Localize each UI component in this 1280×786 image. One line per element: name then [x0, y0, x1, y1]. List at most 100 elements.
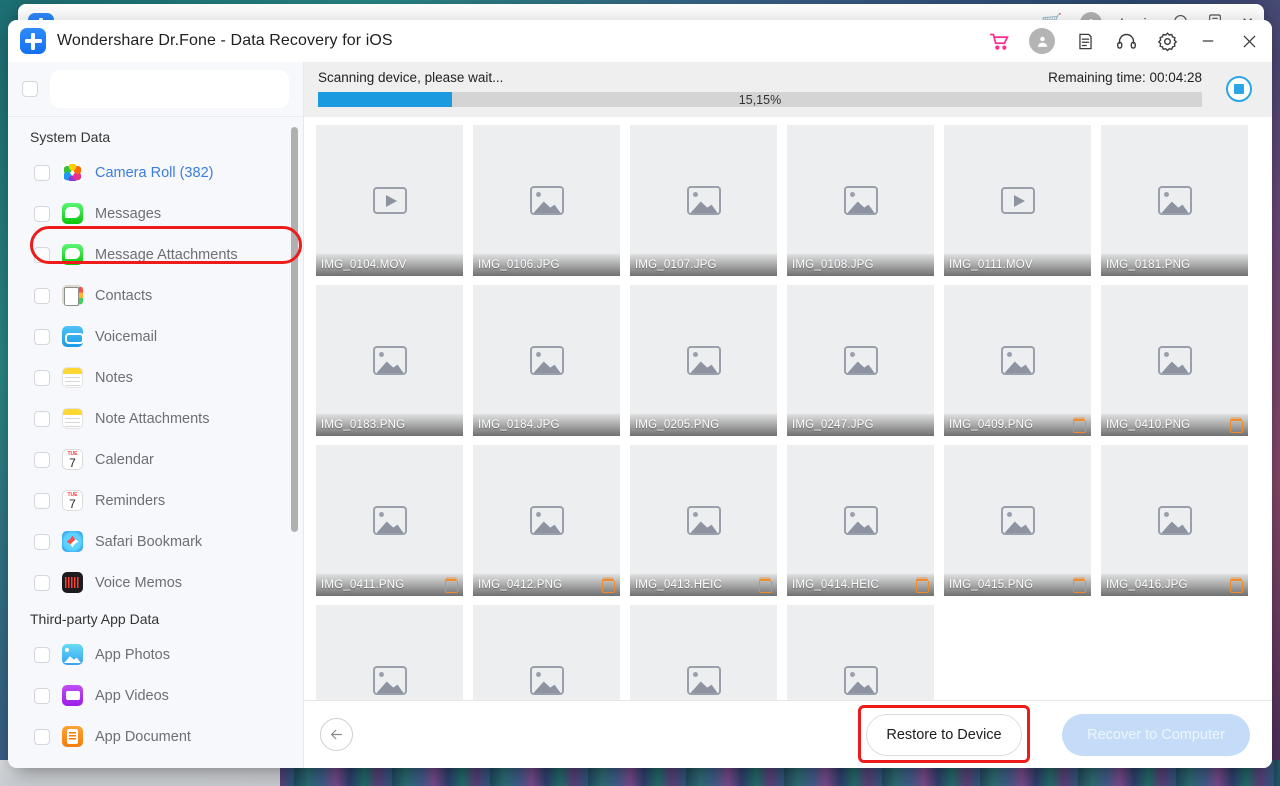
file-caption: IMG_0413.HEIC: [630, 574, 777, 596]
sidebar-item-checkbox[interactable]: [34, 206, 50, 222]
sidebar-item-reminders[interactable]: TUE7Reminders: [8, 480, 303, 521]
file-caption: IMG_0181.PNG: [1101, 254, 1248, 276]
file-thumbnail[interactable]: IMG_0416.JPG: [1101, 445, 1248, 596]
file-thumbnail[interactable]: IMG_0411.PNG: [316, 445, 463, 596]
file-thumbnail[interactable]: IMG_0104.MOV: [316, 125, 463, 276]
file-thumbnail[interactable]: IMG_0184.JPG: [473, 285, 620, 436]
file-thumbnail[interactable]: IMG_0111.MOV: [944, 125, 1091, 276]
file-thumbnail[interactable]: IMG_0183.PNG: [316, 285, 463, 436]
sidebar-item-checkbox[interactable]: [34, 288, 50, 304]
stop-scan-button[interactable]: [1226, 76, 1252, 102]
sidebar-item-checkbox[interactable]: [34, 493, 50, 509]
file-caption: IMG_0107.JPG: [630, 254, 777, 276]
file-thumbnail[interactable]: IMG_0413.HEIC: [630, 445, 777, 596]
file-thumbnail[interactable]: IMG_0247.JPG: [787, 285, 934, 436]
file-grid-cell[interactable]: IMG_0107.JPG: [630, 125, 787, 285]
file-thumbnail[interactable]: IMG_0420.HEIC: [787, 605, 934, 700]
sidebar-item-checkbox[interactable]: [34, 534, 50, 550]
sidebar-item-app-videos[interactable]: App Videos: [8, 675, 303, 716]
file-grid-cell[interactable]: IMG_0418.HEIC: [473, 605, 630, 700]
file-thumbnail[interactable]: IMG_0417.PNG: [316, 605, 463, 700]
sidebar-item-messages[interactable]: Messages: [8, 193, 303, 234]
file-grid-cell[interactable]: IMG_0409.PNG: [944, 285, 1101, 445]
file-grid-cell[interactable]: IMG_0412.PNG: [473, 445, 630, 605]
file-grid-cell[interactable]: IMG_0410.PNG: [1101, 285, 1258, 445]
file-grid-cell[interactable]: IMG_0411.PNG: [316, 445, 473, 605]
file-thumbnail[interactable]: IMG_0410.PNG: [1101, 285, 1248, 436]
file-grid-cell[interactable]: IMG_0413.HEIC: [630, 445, 787, 605]
close-button[interactable]: [1238, 30, 1260, 52]
sidebar-item-voice-memos[interactable]: Voice Memos: [8, 562, 303, 603]
file-thumbnail[interactable]: IMG_0409.PNG: [944, 285, 1091, 436]
file-thumbnail[interactable]: IMG_0181.PNG: [1101, 125, 1248, 276]
sidebar-item-checkbox[interactable]: [34, 688, 50, 704]
sidebar-item-checkbox[interactable]: [34, 452, 50, 468]
sidebar-item-checkbox[interactable]: [34, 247, 50, 263]
back-button[interactable]: [320, 718, 353, 751]
drfone-main-window[interactable]: Wondershare Dr.Fone - Data Recovery for …: [8, 20, 1272, 768]
file-caption: IMG_0414.HEIC: [787, 574, 934, 596]
file-caption: IMG_0409.PNG: [944, 414, 1091, 436]
file-grid-cell[interactable]: IMG_0181.PNG: [1101, 125, 1258, 285]
app-photos-icon: [62, 644, 83, 665]
select-all-checkbox[interactable]: [22, 81, 38, 97]
file-thumbnail[interactable]: IMG_0414.HEIC: [787, 445, 934, 596]
file-grid-cell[interactable]: IMG_0414.HEIC: [787, 445, 944, 605]
recover-to-computer-button[interactable]: Recover to Computer: [1062, 714, 1250, 756]
search-input[interactable]: [50, 70, 289, 108]
file-thumbnail[interactable]: IMG_0418.HEIC: [473, 605, 620, 700]
file-grid-cell[interactable]: IMG_0184.JPG: [473, 285, 630, 445]
file-grid-cell[interactable]: IMG_0111.MOV: [944, 125, 1101, 285]
file-thumbnail[interactable]: IMG_0415.PNG: [944, 445, 1091, 596]
support-headset-icon[interactable]: [1115, 30, 1137, 52]
settings-gear-icon[interactable]: [1156, 30, 1178, 52]
file-grid-cell[interactable]: IMG_0108.JPG: [787, 125, 944, 285]
sidebar-item-camera-roll-382[interactable]: Camera Roll (382): [8, 152, 303, 193]
sidebar-item-calendar[interactable]: TUE7Calendar: [8, 439, 303, 480]
sidebar-item-voicemail[interactable]: Voicemail: [8, 316, 303, 357]
sidebar-item-checkbox[interactable]: [34, 411, 50, 427]
file-thumbnail[interactable]: IMG_0205.PNG: [630, 285, 777, 436]
file-thumbnail[interactable]: IMG_0106.JPG: [473, 125, 620, 276]
file-grid-cell[interactable]: IMG_0416.JPG: [1101, 445, 1258, 605]
notes-icon: [62, 367, 83, 388]
file-grid-cell[interactable]: IMG_0205.PNG: [630, 285, 787, 445]
notes-icon[interactable]: [1074, 30, 1096, 52]
minimize-button[interactable]: [1197, 30, 1219, 52]
sidebar-item-contacts[interactable]: Contacts: [8, 275, 303, 316]
account-avatar-icon[interactable]: [1029, 28, 1055, 54]
sidebar-item-checkbox[interactable]: [34, 647, 50, 663]
file-thumbnail[interactable]: IMG_0412.PNG: [473, 445, 620, 596]
file-grid-cell[interactable]: IMG_0419.HEIC: [630, 605, 787, 700]
file-thumbnail[interactable]: IMG_0108.JPG: [787, 125, 934, 276]
cart-icon[interactable]: [988, 30, 1010, 52]
file-thumbnail[interactable]: IMG_0419.HEIC: [630, 605, 777, 700]
sidebar-item-checkbox[interactable]: [34, 575, 50, 591]
file-grid-cell[interactable]: IMG_0247.JPG: [787, 285, 944, 445]
sidebar-item-checkbox[interactable]: [34, 729, 50, 745]
file-caption: IMG_0184.JPG: [473, 414, 620, 436]
sidebar-item-message-attachments[interactable]: Message Attachments: [8, 234, 303, 275]
stop-square-icon: [1234, 84, 1244, 94]
sidebar-item-checkbox[interactable]: [34, 165, 50, 181]
sidebar-item-app-document[interactable]: App Document: [8, 716, 303, 757]
file-grid-cell[interactable]: IMG_0104.MOV: [316, 125, 473, 285]
scan-progress-panel: Scanning device, please wait... Remainin…: [304, 62, 1272, 117]
sidebar-item-note-attachments[interactable]: Note Attachments: [8, 398, 303, 439]
file-grid-cell[interactable]: IMG_0106.JPG: [473, 125, 630, 285]
sidebar-item-app-photos[interactable]: App Photos: [8, 634, 303, 675]
sidebar-item-notes[interactable]: Notes: [8, 357, 303, 398]
deleted-trash-icon: [916, 579, 927, 592]
file-grid-cell[interactable]: IMG_0415.PNG: [944, 445, 1101, 605]
restore-to-device-button[interactable]: Restore to Device: [866, 714, 1022, 756]
sidebar-item-checkbox[interactable]: [34, 329, 50, 345]
remaining-time-label: Remaining time: 00:04:28: [1048, 70, 1202, 85]
file-grid-cell[interactable]: IMG_0420.HEIC: [787, 605, 944, 700]
file-thumbnail[interactable]: IMG_0107.JPG: [630, 125, 777, 276]
sidebar-item-checkbox[interactable]: [34, 370, 50, 386]
scan-progress-bar: 15,15%: [318, 92, 1202, 107]
file-grid-cell[interactable]: IMG_0417.PNG: [316, 605, 473, 700]
sidebar-scrollbar[interactable]: [291, 127, 298, 532]
file-grid-cell[interactable]: IMG_0183.PNG: [316, 285, 473, 445]
sidebar-item-safari-bookmark[interactable]: Safari Bookmark: [8, 521, 303, 562]
